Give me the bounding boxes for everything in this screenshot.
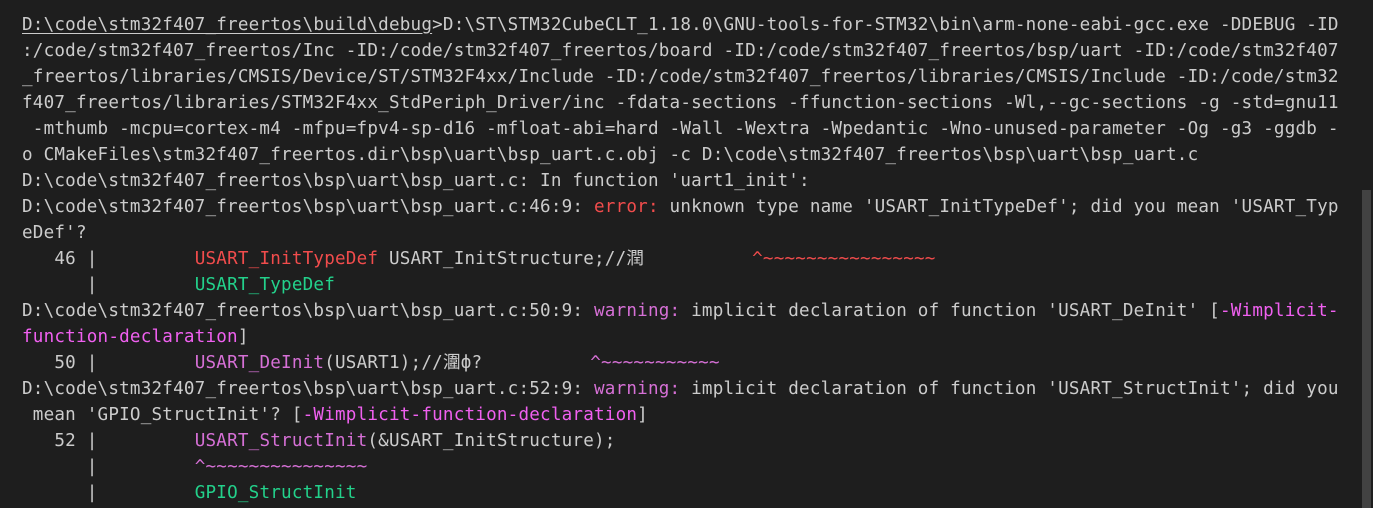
line-gutter: 52 | <box>22 431 195 451</box>
highlighted-token: USART_InitTypeDef <box>194 249 379 269</box>
vertical-scrollbar[interactable] <box>1360 0 1373 508</box>
line-gutter: | <box>22 483 195 503</box>
error-line-46: D:\code\stm32f407_freertos\bsp\uart\bsp_… <box>22 194 1360 220</box>
highlighted-token: USART_StructInit <box>194 431 368 451</box>
terminal-output[interactable]: D:\code\stm32f407_freertos\build\debug>D… <box>0 0 1360 508</box>
command-line-3: _freertos/libraries/CMSIS/Device/ST/STM3… <box>22 67 1339 87</box>
error-message-continued: eDef'? <box>22 223 87 243</box>
caret-marker: ^~~~~~~~~~~~ <box>590 353 720 373</box>
fixit-suggestion: GPIO_StructInit <box>194 483 357 503</box>
warning-flag: -Wimplicit-function-declaration <box>302 405 638 425</box>
warning-flag-continued: function-declaration] <box>22 324 1360 350</box>
source-text: (USART1);//潿ф? <box>324 353 591 373</box>
fixit-suggestion: USART_TypeDef <box>194 275 335 295</box>
fixit-line-46: | USART_TypeDef <box>22 272 1360 298</box>
warning-message: implicit declaration of function 'USART_… <box>680 379 1339 399</box>
warning-line-50: D:\code\stm32f407_freertos\bsp\uart\bsp_… <box>22 298 1360 324</box>
source-line-50: 50 | USART_DeInit(USART1);//潿ф? ^~~~~~~~… <box>22 350 1360 376</box>
fixit-line-52: | GPIO_StructInit <box>22 480 1360 506</box>
warning-label: warning: <box>594 379 681 399</box>
command-line-1: D:\code\stm32f407_freertos\build\debug>D… <box>22 12 1360 38</box>
error-message: unknown type name 'USART_InitTypeDef'; d… <box>658 197 1339 217</box>
bracket-close: ] <box>637 405 648 425</box>
caret-line-52: | ^~~~~~~~~~~~~~~~ <box>22 454 1360 480</box>
shell-prompt-path: D:\code\stm32f407_freertos\build\debug <box>22 15 433 35</box>
command-line-6: o CMakeFiles\stm32f407_freertos.dir\bsp\… <box>22 145 1199 165</box>
gcc-command-start: >D:\ST\STM32CubeCLT_1.18.0\GNU-tools-for… <box>432 15 1339 35</box>
line-gutter: | <box>22 457 195 477</box>
warning-message: implicit declaration of function 'USART_… <box>680 301 1220 321</box>
warning-line-52: D:\code\stm32f407_freertos\bsp\uart\bsp_… <box>22 376 1360 402</box>
line-gutter: | <box>22 275 195 295</box>
warning-message: mean 'GPIO_StructInit'? [ <box>22 405 303 425</box>
warning-flag: function-declaration <box>22 327 238 347</box>
line-gutter: 50 | <box>22 353 195 373</box>
line-gutter: 46 | <box>22 249 195 269</box>
scrollbar-thumb[interactable] <box>1362 190 1371 508</box>
warning-message-continued: mean 'GPIO_StructInit'? [-Wimplicit-func… <box>22 402 1360 428</box>
command-line-2: :/code/stm32f407_freertos/Inc -ID:/code/… <box>22 41 1339 61</box>
diagnostic-location: D:\code\stm32f407_freertos\bsp\uart\bsp_… <box>22 379 594 399</box>
highlighted-token: USART_DeInit <box>194 353 325 373</box>
caret-marker: ^~~~~~~~~~~~~~~~ <box>194 457 368 477</box>
source-text: USART_InitStructure;//潤 <box>378 249 753 269</box>
caret-marker: ^~~~~~~~~~~~~~~~~ <box>752 249 936 269</box>
diagnostic-location: D:\code\stm32f407_freertos\bsp\uart\bsp_… <box>22 301 594 321</box>
bracket-close: ] <box>237 327 249 347</box>
source-text: (&USART_InitStructure); <box>367 431 616 451</box>
error-label: error: <box>594 197 659 217</box>
in-function-line: D:\code\stm32f407_freertos\bsp\uart\bsp_… <box>22 171 810 191</box>
warning-label: warning: <box>594 301 681 321</box>
warning-flag: -Wimplicit- <box>1219 301 1339 321</box>
command-line-4: f407_freertos/libraries/STM32F4xx_StdPer… <box>22 93 1339 113</box>
diagnostic-location: D:\code\stm32f407_freertos\bsp\uart\bsp_… <box>22 197 594 217</box>
source-line-46: 46 | USART_InitTypeDef USART_InitStructu… <box>22 246 1360 272</box>
source-line-52: 52 | USART_StructInit(&USART_InitStructu… <box>22 428 1360 454</box>
command-line-5: -mthumb -mcpu=cortex-m4 -mfpu=fpv4-sp-d1… <box>22 119 1339 139</box>
